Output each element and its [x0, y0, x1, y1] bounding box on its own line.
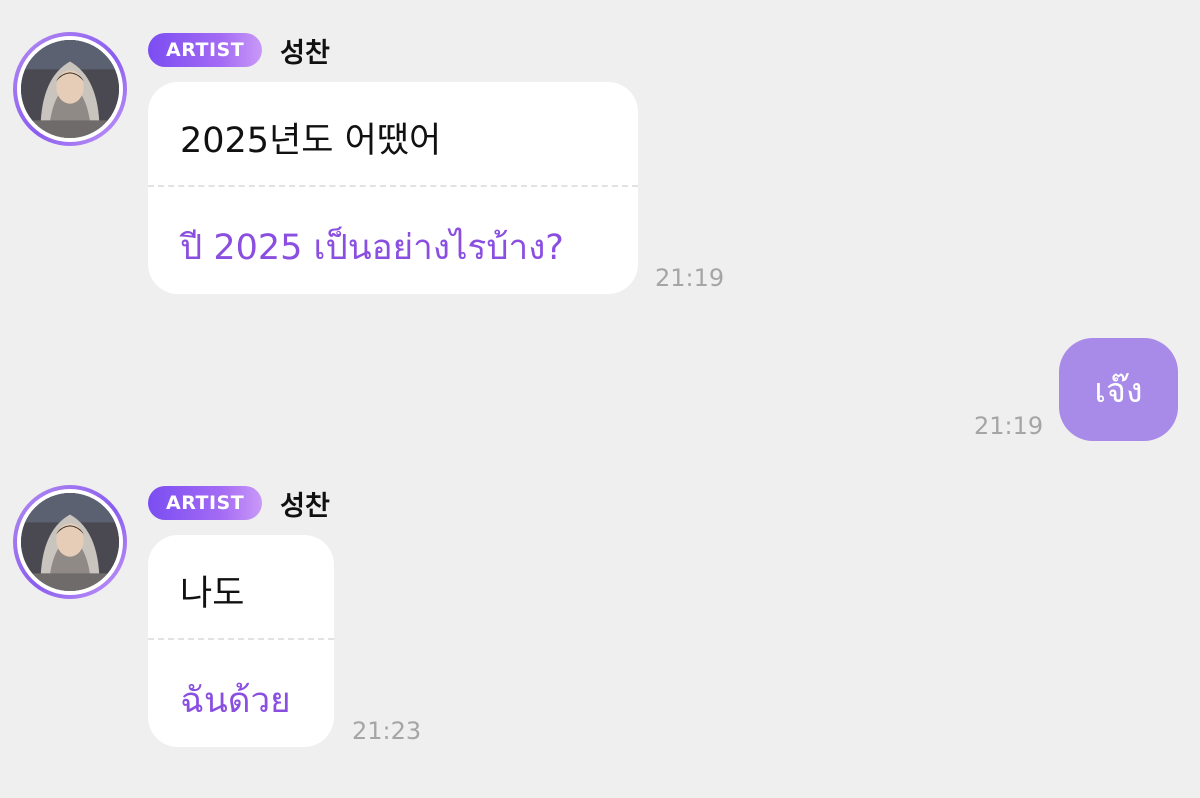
message-timestamp: 21:19 — [655, 264, 725, 292]
artist-badge: ARTIST — [148, 33, 263, 67]
translation-divider — [148, 638, 334, 640]
translation-divider — [148, 185, 638, 187]
chat-view: ARTIST 성찬 2025년도 어땠어 ปี 2025 เป็นอย่างไร… — [0, 0, 1200, 798]
artist-avatar[interactable] — [13, 485, 127, 599]
sender-name: 성찬 — [280, 37, 330, 69]
artist-profile-photo-icon — [21, 493, 119, 591]
message-timestamp: 21:23 — [352, 717, 422, 745]
translated-message-text: ฉันด้วย — [180, 681, 291, 721]
message-bubble[interactable]: 2025년도 어땠어 ปี 2025 เป็นอย่างไรบ้าง? — [148, 82, 638, 294]
message-timestamp: 21:19 — [974, 412, 1044, 440]
translated-message-text: ปี 2025 เป็นอย่างไรบ้าง? — [180, 228, 564, 268]
artist-badge: ARTIST — [148, 486, 263, 520]
sender-row: ARTIST 성찬 — [148, 32, 330, 69]
original-message-text: 나도 — [180, 574, 245, 614]
sender-name: 성찬 — [280, 490, 330, 522]
original-message-text: 2025년도 어땠어 — [180, 121, 442, 161]
message-bubble[interactable]: 나도 ฉันด้วย — [148, 535, 334, 747]
my-message-text: เจ๊ง — [1094, 370, 1143, 411]
sender-row: ARTIST 성찬 — [148, 485, 330, 522]
artist-avatar[interactable] — [13, 32, 127, 146]
my-message-bubble[interactable]: เจ๊ง — [1059, 338, 1178, 441]
artist-profile-photo-icon — [21, 40, 119, 138]
